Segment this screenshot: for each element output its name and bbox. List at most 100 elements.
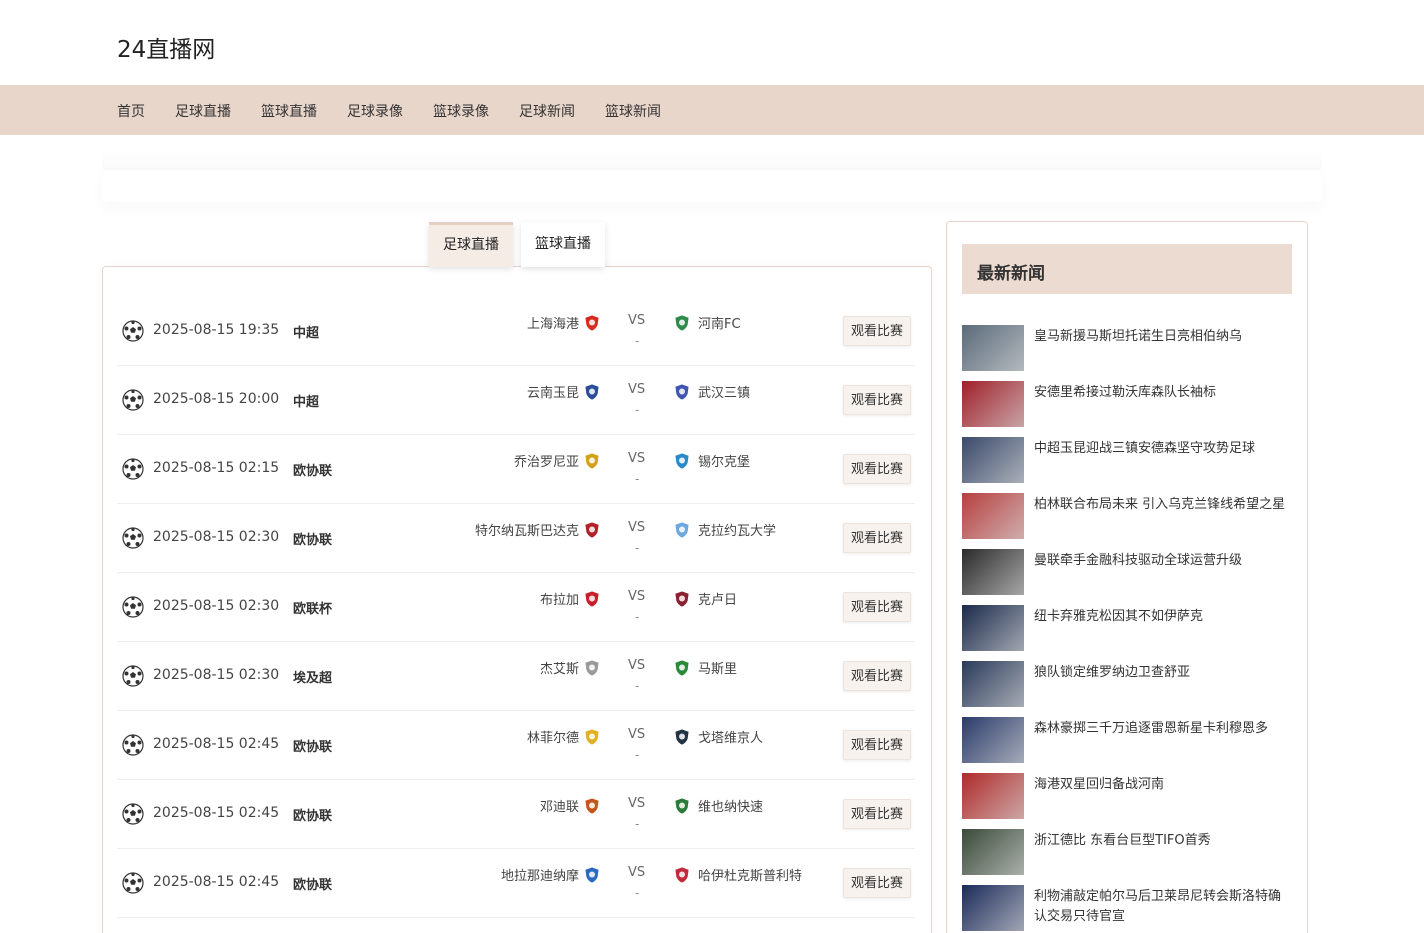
news-item[interactable]: 皇马新援马斯坦托诺生日亮相伯纳乌	[962, 325, 1292, 372]
away-team[interactable]: 武汉三镇	[698, 382, 750, 401]
match-row: 2025-08-15 19:35 中超 上海海港 VS - 河南FC 观看比赛	[117, 297, 915, 366]
banner-shadow	[102, 150, 1322, 170]
match-time: 2025-08-15 02:30	[153, 598, 280, 614]
news-thumbnail[interactable]	[962, 381, 1024, 427]
news-item[interactable]: 浙江德比 东看台巨型TIFO首秀	[962, 829, 1292, 876]
match-time: 2025-08-15 02:30	[153, 529, 280, 545]
news-thumbnail[interactable]	[962, 885, 1024, 931]
football-icon	[122, 389, 144, 411]
news-item[interactable]: 中超玉昆迎战三镇安德森坚守攻势足球	[962, 437, 1292, 484]
news-thumbnail[interactable]	[962, 437, 1024, 483]
news-thumbnail[interactable]	[962, 661, 1024, 707]
news-item[interactable]: 纽卡弃雅克松因其不如伊萨克	[962, 605, 1292, 652]
match-time: 2025-08-15 20:00	[153, 391, 280, 407]
home-team-crest-icon	[583, 521, 601, 539]
away-team-crest-icon	[673, 797, 691, 815]
watch-match-button[interactable]: 观看比赛	[843, 316, 911, 346]
home-team[interactable]: 特尔纳瓦斯巴达克	[475, 520, 579, 539]
news-item[interactable]: 海港双星回归备战河南	[962, 773, 1292, 820]
watch-match-button[interactable]: 观看比赛	[843, 730, 911, 760]
match-row: 2025-08-15 02:45 欧协联 地拉那迪纳摩 VS - 哈伊杜克斯普利特 观看比赛	[117, 849, 915, 918]
news-headline[interactable]: 浙江德比 东看台巨型TIFO首秀	[1034, 831, 1292, 851]
match-time: 2025-08-15 02:45	[153, 874, 280, 890]
news-thumbnail[interactable]	[962, 829, 1024, 875]
nav-item-football-replay[interactable]: 足球录像	[347, 101, 403, 121]
news-headline[interactable]: 海港双星回归备战河南	[1034, 775, 1292, 795]
away-team[interactable]: 维也纳快速	[698, 796, 763, 815]
away-team[interactable]: 马斯里	[698, 658, 737, 677]
news-headline[interactable]: 曼联牵手金融科技驱动全球运营升级	[1034, 551, 1292, 571]
news-thumbnail[interactable]	[962, 325, 1024, 371]
watch-match-button[interactable]: 观看比赛	[843, 454, 911, 484]
away-team[interactable]: 克卢日	[698, 589, 737, 608]
news-item[interactable]: 狼队锁定维罗纳边卫查舒亚	[962, 661, 1292, 708]
home-team[interactable]: 乔治罗尼亚	[514, 451, 579, 470]
news-headline[interactable]: 中超玉昆迎战三镇安德森坚守攻势足球	[1034, 439, 1292, 459]
home-team[interactable]: 邓迪联	[540, 796, 579, 815]
vs-label: VS	[628, 796, 646, 811]
news-thumbnail[interactable]	[962, 493, 1024, 539]
away-team-crest-icon	[673, 521, 691, 539]
news-title: 最新新闻	[977, 264, 1045, 284]
home-team[interactable]: 云南玉昆	[527, 382, 579, 401]
news-thumbnail[interactable]	[962, 773, 1024, 819]
vs-label: VS	[628, 865, 646, 880]
news-headline[interactable]: 柏林联合布局未来 引入乌克兰锋线希望之星	[1034, 495, 1292, 515]
watch-match-button[interactable]: 观看比赛	[843, 799, 911, 829]
watch-match-button[interactable]: 观看比赛	[843, 523, 911, 553]
news-item[interactable]: 安德里希接过勒沃库森队长袖标	[962, 381, 1292, 428]
away-team[interactable]: 哈伊杜克斯普利特	[698, 865, 802, 884]
away-team[interactable]: 克拉约瓦大学	[698, 520, 776, 539]
watch-match-button[interactable]: 观看比赛	[843, 385, 911, 415]
news-header: 最新新闻	[962, 244, 1292, 294]
away-team[interactable]: 戈塔维京人	[698, 727, 763, 746]
nav-item-basketball-news[interactable]: 篮球新闻	[605, 101, 661, 121]
home-team[interactable]: 地拉那迪纳摩	[501, 865, 579, 884]
news-headline[interactable]: 狼队锁定维罗纳边卫查舒亚	[1034, 663, 1292, 683]
match-league: 埃及超	[293, 671, 333, 686]
match-league: 欧协联	[293, 464, 333, 479]
watch-match-button[interactable]: 观看比赛	[843, 592, 911, 622]
vs-label: VS	[628, 658, 646, 673]
football-icon	[122, 458, 144, 480]
watch-match-button[interactable]: 观看比赛	[843, 661, 911, 691]
vs-label: VS	[628, 520, 646, 535]
nav-item-home[interactable]: 首页	[117, 101, 145, 121]
news-thumbnail[interactable]	[962, 549, 1024, 595]
nav-item-basketball-replay[interactable]: 篮球录像	[433, 101, 489, 121]
news-item[interactable]: 森林豪掷三千万追逐雷恩新星卡利穆恩多	[962, 717, 1292, 764]
watch-match-button[interactable]: 观看比赛	[843, 868, 911, 898]
away-team-crest-icon	[673, 452, 691, 470]
home-team[interactable]: 林菲尔德	[527, 727, 579, 746]
news-item[interactable]: 柏林联合布局未来 引入乌克兰锋线希望之星	[962, 493, 1292, 540]
tab-basketball-live[interactable]: 篮球直播	[521, 222, 605, 267]
nav-item-basketball-live[interactable]: 篮球直播	[261, 101, 317, 121]
home-team-crest-icon	[583, 590, 601, 608]
match-league: 中超	[293, 326, 320, 341]
football-icon	[122, 596, 144, 618]
news-headline[interactable]: 安德里希接过勒沃库森队长袖标	[1034, 383, 1292, 403]
site-logo[interactable]: 24直播网	[117, 30, 215, 64]
news-item[interactable]: 曼联牵手金融科技驱动全球运营升级	[962, 549, 1292, 596]
news-headline[interactable]: 皇马新援马斯坦托诺生日亮相伯纳乌	[1034, 327, 1292, 347]
match-row: 2025-08-15 02:30 欧协联 特尔纳瓦斯巴达克 VS - 克拉约瓦大学 观看比赛	[117, 504, 915, 573]
home-team[interactable]: 杰艾斯	[540, 658, 579, 677]
match-league: 欧协联	[293, 533, 333, 548]
news-thumbnail[interactable]	[962, 717, 1024, 763]
home-team[interactable]: 上海海港	[527, 313, 579, 332]
nav-item-football-news[interactable]: 足球新闻	[519, 101, 575, 121]
news-item[interactable]: 利物浦敲定帕尔马后卫莱昂尼转会斯洛特确认交易只待官宣	[962, 885, 1292, 932]
news-thumbnail[interactable]	[962, 605, 1024, 651]
news-headline[interactable]: 纽卡弃雅克松因其不如伊萨克	[1034, 607, 1292, 627]
tab-football-live[interactable]: 足球直播	[429, 222, 513, 267]
match-score: -	[635, 334, 640, 348]
news-headline[interactable]: 森林豪掷三千万追逐雷恩新星卡利穆恩多	[1034, 719, 1292, 739]
nav-item-football-live[interactable]: 足球直播	[175, 101, 231, 121]
away-team[interactable]: 河南FC	[698, 313, 741, 332]
match-time: 2025-08-15 02:45	[153, 736, 280, 752]
away-team[interactable]: 锡尔克堡	[698, 451, 750, 470]
match-row: 2025-08-15 02:45 欧协联 邓迪联 VS - 维也纳快速 观看比赛	[117, 780, 915, 849]
news-headline[interactable]: 利物浦敲定帕尔马后卫莱昂尼转会斯洛特确认交易只待官宣	[1034, 887, 1292, 927]
home-team[interactable]: 布拉加	[540, 589, 579, 608]
match-time: 2025-08-15 19:35	[153, 322, 280, 338]
